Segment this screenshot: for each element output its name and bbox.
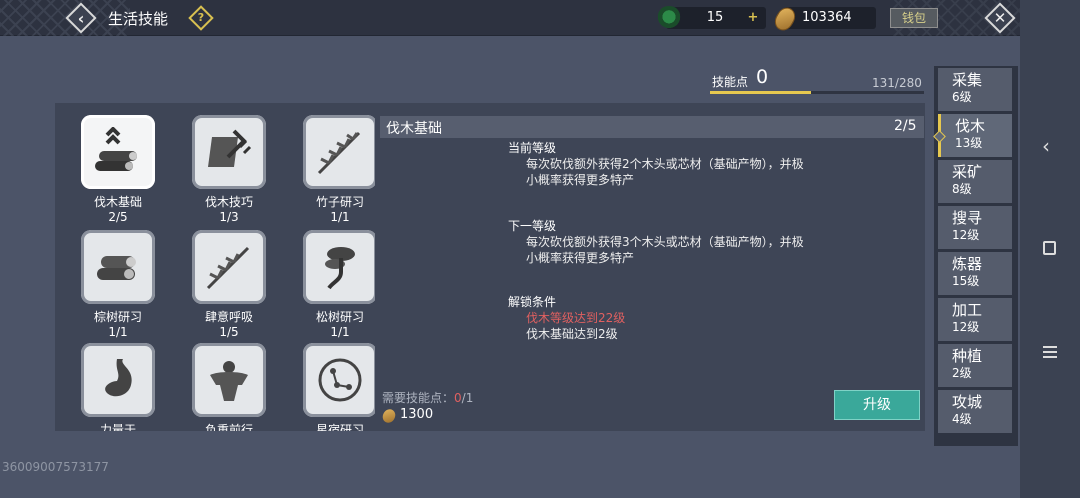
bamboo-branch-icon xyxy=(317,131,361,175)
current-level-section: 当前等级 每次砍伐额外获得2个木头或芯材（基础产物），并极小概率获得更多特产 xyxy=(508,140,808,188)
current-level-text: 每次砍伐额外获得2个木头或芯材（基础产物），并极小概率获得更多特产 xyxy=(526,157,804,187)
category-level: 4级 xyxy=(952,412,972,426)
muscle-icon xyxy=(210,361,248,401)
jade-count: 15 xyxy=(706,10,724,25)
next-level-text: 每次砍伐额外获得3个木头或芯材（基础产物），并极小概率获得更多特产 xyxy=(526,235,804,265)
skill-point-cost: 需要技能点：0/1 xyxy=(382,389,473,406)
close-button[interactable]: ✕ xyxy=(984,2,1016,34)
skill-card[interactable]: 肆意呼吸 1/5 xyxy=(179,230,279,339)
skill-card[interactable]: 竹子研习 1/1 xyxy=(290,115,375,224)
category-level: 15级 xyxy=(952,274,980,288)
log-pile-icon xyxy=(97,256,136,280)
system-back-icon[interactable]: ‹ xyxy=(1042,134,1050,158)
category-level: 6级 xyxy=(952,90,972,104)
category-name: 攻城 xyxy=(952,393,983,411)
category-level: 2级 xyxy=(952,366,972,380)
skill-card[interactable]: 力量于 xyxy=(68,343,168,431)
detail-skill-name: 伐木基础 xyxy=(386,121,442,137)
category-name: 种植 xyxy=(952,347,983,365)
skill-name: 负重前行 xyxy=(204,423,253,431)
skill-level: 1/1 xyxy=(108,325,128,339)
unlock-condition-met: 伐木基础达到2级 xyxy=(526,327,618,341)
question-icon: ? xyxy=(197,11,205,24)
add-jade-button[interactable]: + xyxy=(746,11,760,25)
next-level-heading: 下一等级 xyxy=(508,219,557,233)
system-menu-icon[interactable] xyxy=(1043,346,1057,361)
unlock-section: 解锁条件 伐木等级达到22级 伐木基础达到2级 xyxy=(508,294,808,342)
branch-icon xyxy=(206,246,250,290)
skill-card[interactable]: 伐木基础 2/5 xyxy=(68,115,168,224)
skill-points-label: 技能点 xyxy=(712,75,749,89)
cost-have: 0 xyxy=(454,391,462,405)
skill-level: 2/5 xyxy=(108,210,128,224)
skill-name: 伐木技巧 xyxy=(204,195,253,209)
cost-label: 需要技能点： xyxy=(382,391,455,405)
system-home-icon[interactable] xyxy=(1043,241,1056,255)
skill-points-bar-fill xyxy=(710,91,811,94)
category-name: 搜寻 xyxy=(952,209,983,227)
category-level: 8级 xyxy=(952,182,972,196)
page-title: 生活技能 xyxy=(108,10,169,28)
category-level: 12级 xyxy=(952,228,980,242)
skill-points-bar xyxy=(710,91,924,94)
skill-level: 1/3 xyxy=(219,210,239,224)
category-name: 采矿 xyxy=(952,163,983,181)
close-icon: ✕ xyxy=(993,9,1007,27)
skill-card[interactable]: 负重前行 xyxy=(179,343,279,431)
detail-skill-level: 2/5 xyxy=(894,118,917,134)
skill-points-value: 0 xyxy=(756,66,769,88)
coin-count: 103364 xyxy=(802,10,852,25)
category-name: 伐木 xyxy=(955,117,986,135)
skill-level: 1/1 xyxy=(330,210,350,224)
category-name: 炼器 xyxy=(952,255,983,273)
skill-grid: 伐木基础 2/5 伐木技巧 1/3 竹子研习 1/1 棕树研习 1/1 肆意呼吸… xyxy=(55,103,375,431)
detail-header xyxy=(380,116,924,138)
category-level: 13级 xyxy=(955,136,983,150)
skill-name: 力量于 xyxy=(99,423,136,431)
category-tab[interactable]: 采集 6级 xyxy=(938,68,1012,111)
category-level: 12级 xyxy=(952,320,980,334)
category-name: 采集 xyxy=(952,71,983,89)
unlock-heading: 解锁条件 xyxy=(508,295,557,309)
skill-name: 伐木基础 xyxy=(93,195,142,209)
back-button[interactable]: ‹ xyxy=(65,2,97,34)
skill-card[interactable]: 伐木技巧 1/3 xyxy=(179,115,279,224)
skill-card[interactable]: 松树研习 1/1 xyxy=(290,230,375,339)
current-level-heading: 当前等级 xyxy=(508,141,557,155)
unlock-condition-unmet: 伐木等级达到22级 xyxy=(526,311,626,325)
user-id: 36009007573177 xyxy=(2,460,109,474)
category-tab[interactable]: 搜寻 12级 xyxy=(938,206,1012,249)
skill-level: 1/1 xyxy=(330,325,350,339)
category-tab[interactable]: 种植 2级 xyxy=(938,344,1012,387)
skill-level: 1/5 xyxy=(219,325,239,339)
jade-icon xyxy=(656,6,682,30)
category-tab[interactable]: 攻城 4级 xyxy=(938,390,1012,433)
category-name: 加工 xyxy=(952,301,983,319)
cost-need: /1 xyxy=(461,391,474,405)
skill-name: 棕树研习 xyxy=(93,310,142,324)
pine-tree-icon xyxy=(325,247,355,290)
stomach-icon xyxy=(105,359,132,397)
skill-name: 星宿研习 xyxy=(315,423,364,431)
skill-name: 肆意呼吸 xyxy=(204,310,253,324)
coin-cost: 1300 xyxy=(400,407,434,422)
skill-card[interactable]: 星宿研习 xyxy=(290,343,375,431)
category-tab[interactable]: 加工 12级 xyxy=(938,298,1012,341)
next-level-section: 下一等级 每次砍伐额外获得3个木头或芯材（基础产物），并极小概率获得更多特产 xyxy=(508,218,808,266)
category-tab[interactable]: 采矿 8级 xyxy=(938,160,1012,203)
axe-scroll-icon xyxy=(208,129,252,167)
upgrade-button[interactable]: 升级 xyxy=(834,390,920,420)
skill-name: 竹子研习 xyxy=(315,195,364,209)
chevron-left-icon: ‹ xyxy=(77,8,85,28)
category-tab-selected[interactable]: 伐木 13级 xyxy=(938,114,1012,157)
logs-icon xyxy=(95,127,137,171)
skill-card[interactable]: 棕树研习 1/1 xyxy=(68,230,168,339)
category-tab[interactable]: 炼器 15级 xyxy=(938,252,1012,295)
category-list: 采集 6级 伐木 13级 采矿 8级 搜寻 12级 炼器 15级 加工 12级 种植 2级 攻… xyxy=(934,66,1018,446)
skill-points-count: 131/280 xyxy=(872,76,922,90)
constellation-icon xyxy=(318,358,362,402)
wallet-button[interactable]: 钱包 xyxy=(890,8,938,28)
skill-name: 松树研习 xyxy=(315,310,364,324)
